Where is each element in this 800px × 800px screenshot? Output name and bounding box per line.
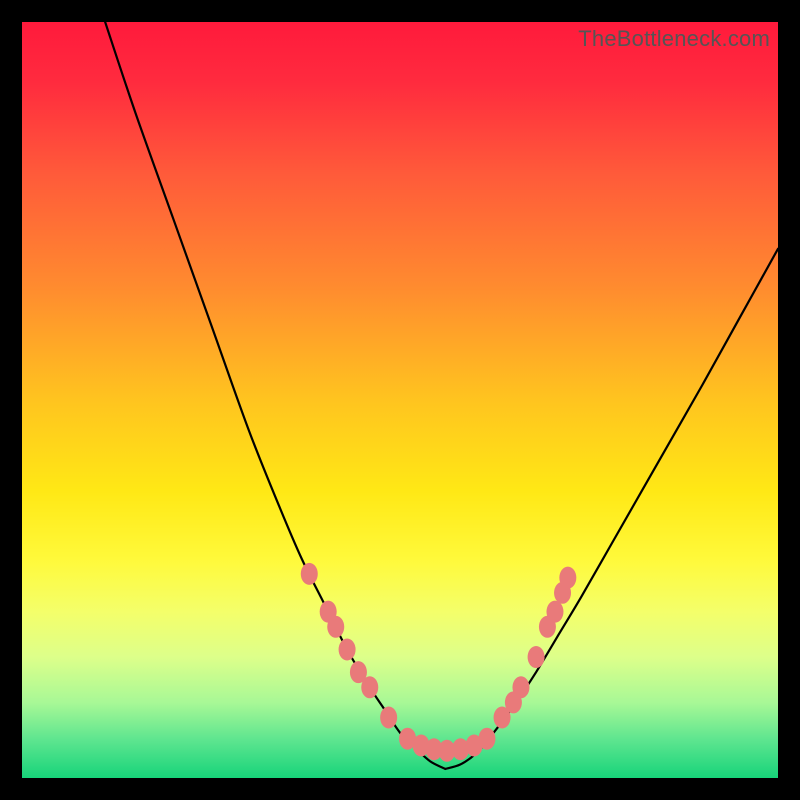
marker-dot bbox=[546, 601, 563, 623]
marker-dot bbox=[380, 707, 397, 729]
plot-area: TheBottleneck.com bbox=[22, 22, 778, 778]
gradient-background bbox=[22, 22, 778, 778]
marker-dot bbox=[301, 563, 318, 585]
chart-svg bbox=[22, 22, 778, 778]
marker-dot bbox=[512, 676, 529, 698]
marker-dot bbox=[361, 676, 378, 698]
marker-dot bbox=[327, 616, 344, 638]
marker-dot bbox=[559, 567, 576, 589]
watermark-text: TheBottleneck.com bbox=[578, 26, 770, 52]
chart-frame: TheBottleneck.com bbox=[0, 0, 800, 800]
marker-dot bbox=[339, 638, 356, 660]
marker-dot bbox=[528, 646, 545, 668]
marker-dot bbox=[478, 728, 495, 750]
